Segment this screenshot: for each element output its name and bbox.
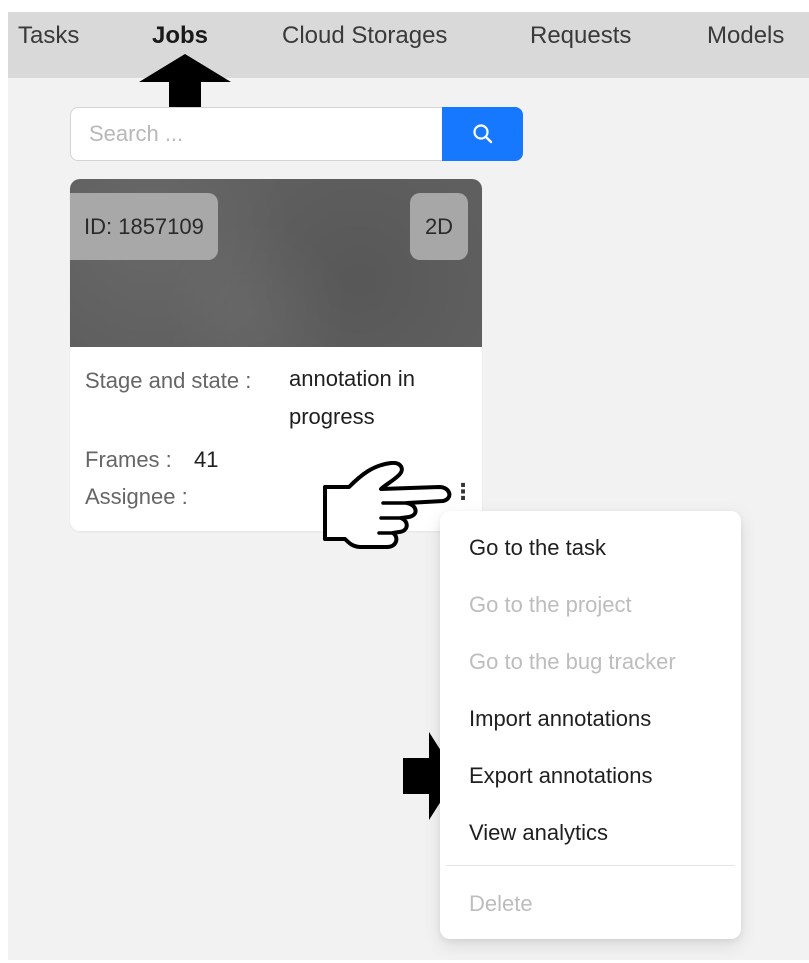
stage-label-text: Stage and state xyxy=(85,368,240,393)
menu-item-go-to-bug-tracker[interactable]: Go to the bug tracker xyxy=(469,649,676,675)
assignee-label: Assignee : xyxy=(85,484,188,509)
stage-value: annotation in progress xyxy=(289,366,415,429)
stage-label: Stage and state : xyxy=(85,368,252,393)
tab-cloud-storages[interactable]: Cloud Storages xyxy=(282,22,447,50)
pointing-hand-icon xyxy=(323,461,452,549)
search-input[interactable] xyxy=(70,107,442,161)
menu-item-delete[interactable]: Delete xyxy=(469,891,533,917)
job-actions-menu: Go to the task Go to the project Go to t… xyxy=(440,511,741,939)
tab-models[interactable]: Models xyxy=(707,22,784,50)
frames-label-text: Frames xyxy=(85,447,160,472)
search-bar xyxy=(70,107,523,163)
job-id-badge: ID: 1857109 xyxy=(70,193,218,260)
menu-divider xyxy=(446,865,735,866)
tab-requests[interactable]: Requests xyxy=(530,22,631,50)
menu-item-go-to-project[interactable]: Go to the project xyxy=(469,592,632,618)
app-frame: Tasks Jobs Cloud Storages Requests Model… xyxy=(8,12,809,960)
search-button[interactable] xyxy=(442,107,523,161)
search-icon xyxy=(472,124,492,144)
dimension-badge: 2D xyxy=(410,193,468,260)
tab-tasks[interactable]: Tasks xyxy=(18,22,79,50)
frames-label: Frames : xyxy=(85,447,172,472)
up-arrow-icon xyxy=(139,54,231,110)
job-preview-image: ID: 1857109 2D xyxy=(70,179,482,347)
assignee-label-text: Assignee xyxy=(85,484,176,509)
frames-value: 41 xyxy=(194,447,219,472)
tab-jobs[interactable]: Jobs xyxy=(152,22,208,50)
top-navigation: Tasks Jobs Cloud Storages Requests Model… xyxy=(8,12,809,78)
menu-item-export-annotations[interactable]: Export annotations xyxy=(469,763,652,789)
menu-item-import-annotations[interactable]: Import annotations xyxy=(469,706,651,732)
menu-item-go-to-task[interactable]: Go to the task xyxy=(469,535,606,561)
menu-item-view-analytics[interactable]: View analytics xyxy=(469,820,608,846)
